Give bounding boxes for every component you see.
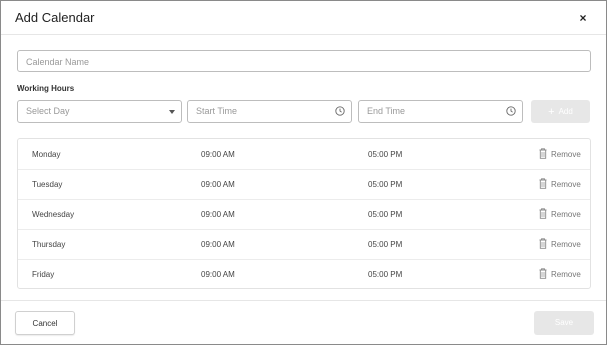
add-button-label: Add [558, 107, 573, 116]
table-row: Friday 09:00 AM 05:00 PM Remove [18, 259, 590, 289]
close-icon[interactable]: × [576, 11, 590, 25]
dialog-title: Add Calendar [15, 10, 95, 25]
table-row: Tuesday 09:00 AM 05:00 PM Remove [18, 169, 590, 200]
end-time-placeholder: End Time [367, 106, 406, 116]
save-button[interactable]: Save [534, 311, 594, 335]
end-time-cell: 05:00 PM [368, 240, 403, 249]
remove-label: Remove [551, 210, 581, 219]
day-cell: Thursday [32, 240, 66, 249]
working-hours-label: Working Hours [17, 84, 75, 93]
start-time-field[interactable]: Start Time [187, 100, 352, 123]
trash-icon [539, 238, 547, 249]
chevron-down-icon [169, 110, 175, 114]
trash-icon [539, 148, 547, 159]
start-time-cell: 09:00 AM [201, 210, 235, 219]
remove-label: Remove [551, 240, 581, 249]
add-calendar-dialog: Add Calendar × Calendar Name Working Hou… [0, 0, 607, 345]
day-cell: Tuesday [32, 180, 63, 189]
day-cell: Monday [32, 150, 61, 159]
remove-label: Remove [551, 180, 581, 189]
dialog-footer: Cancel Save [1, 300, 606, 345]
start-time-cell: 09:00 AM [201, 150, 235, 159]
start-time-placeholder: Start Time [196, 106, 238, 116]
table-row: Thursday 09:00 AM 05:00 PM Remove [18, 229, 590, 260]
calendar-name-input[interactable]: Calendar Name [17, 50, 591, 72]
end-time-cell: 05:00 PM [368, 270, 403, 279]
dialog-header: Add Calendar × [1, 1, 606, 35]
start-time-cell: 09:00 AM [201, 240, 235, 249]
end-time-cell: 05:00 PM [368, 210, 403, 219]
start-time-cell: 09:00 AM [201, 270, 235, 279]
clock-icon[interactable] [335, 106, 345, 116]
trash-icon [539, 268, 547, 279]
trash-icon [539, 178, 547, 189]
select-day-placeholder: Select Day [26, 106, 70, 116]
remove-label: Remove [551, 150, 581, 159]
end-time-cell: 05:00 PM [368, 180, 403, 189]
day-cell: Friday [32, 270, 55, 279]
table-row: Monday 09:00 AM 05:00 PM Remove [18, 139, 590, 170]
plus-icon: + [548, 106, 555, 118]
working-hours-table: Monday 09:00 AM 05:00 PM Remove Tuesday … [17, 138, 591, 289]
clock-icon[interactable] [506, 106, 516, 116]
table-row: Wednesday 09:00 AM 05:00 PM Remove [18, 199, 590, 230]
end-time-field[interactable]: End Time [358, 100, 523, 123]
cancel-button[interactable]: Cancel [15, 311, 75, 335]
add-button[interactable]: + Add [531, 100, 590, 123]
trash-icon [539, 208, 547, 219]
day-cell: Wednesday [32, 210, 75, 219]
select-day-dropdown[interactable]: Select Day [17, 100, 182, 123]
remove-label: Remove [551, 270, 581, 279]
start-time-cell: 09:00 AM [201, 180, 235, 189]
end-time-cell: 05:00 PM [368, 150, 403, 159]
